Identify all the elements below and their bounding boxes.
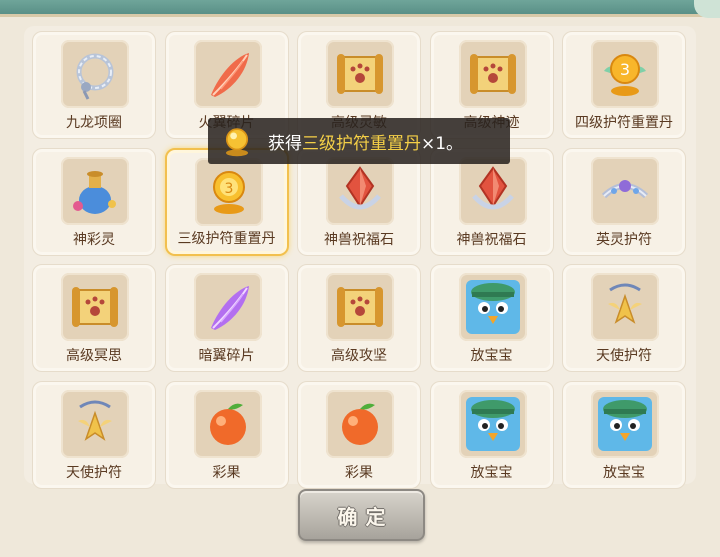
item-label: 神兽祝福石 — [324, 231, 394, 248]
item-slot — [458, 156, 527, 225]
item-slot — [193, 273, 262, 341]
item-label: 九龙项圈 — [66, 115, 122, 131]
item-label: 放宝宝 — [470, 464, 513, 481]
confirm-button[interactable]: 确定 — [298, 489, 425, 541]
scroll-icon — [337, 54, 383, 94]
item-slot — [326, 40, 394, 108]
item-label: 彩果 — [212, 464, 241, 481]
item-slot — [326, 273, 394, 341]
item-label: 高级攻坚 — [331, 348, 387, 364]
item-slot — [326, 389, 394, 458]
item-label: 放宝宝 — [603, 464, 645, 481]
item-slot: 3 — [194, 157, 263, 226]
item-slot — [458, 389, 527, 458]
reward-item-11[interactable]: 高级冥思 — [32, 264, 156, 372]
item-slot — [591, 156, 659, 225]
item-label: 神兽祝福石 — [456, 231, 527, 248]
item-slot — [458, 40, 527, 108]
item-slot — [193, 40, 262, 108]
reward-grid: 九龙项圈火翼碎片高级灵敏高级神迹3四级护符重置丹神彩灵3三级护符重置丹神兽祝福石… — [32, 31, 690, 489]
angel-charm-icon — [78, 400, 112, 441]
item-label: 神彩灵 — [73, 231, 115, 248]
item-slot — [61, 156, 129, 225]
fruit-icon — [209, 403, 246, 445]
purple-feather-icon — [210, 286, 249, 330]
item-label: 三级护符重置丹 — [177, 230, 276, 247]
necklace-icon — [76, 53, 114, 100]
item-label: 彩果 — [345, 464, 373, 481]
reward-item-12[interactable]: 暗翼碎片 — [164, 264, 289, 372]
gold-orb-icon — [225, 128, 249, 157]
item-label: 暗翼碎片 — [198, 348, 255, 364]
toast-suffix: ×1。 — [421, 133, 464, 154]
reward-item-1[interactable]: 九龙项圈 — [32, 31, 156, 139]
item-slot: 3 — [591, 40, 659, 108]
reward-item-10[interactable]: 英灵护符 — [562, 147, 686, 256]
reward-item-17[interactable]: 彩果 — [164, 380, 289, 489]
gold-orb-4-icon: 3 — [604, 54, 646, 96]
scroll-icon — [72, 287, 118, 327]
toast-prefix: 获得 — [268, 133, 302, 154]
bird-pet-icon — [598, 396, 652, 451]
reward-item-15[interactable]: 天使护符 — [562, 264, 686, 372]
item-label: 天使护符 — [66, 464, 122, 481]
angel-charm-icon — [608, 283, 642, 324]
reward-item-19[interactable]: 放宝宝 — [429, 380, 554, 489]
item-slot — [458, 273, 527, 341]
gold-orb-3-icon: 3 — [212, 170, 245, 214]
item-slot — [591, 389, 659, 458]
red-feather-icon — [210, 53, 249, 97]
item-slot — [61, 389, 129, 458]
svg-text:3: 3 — [224, 181, 233, 197]
bird-pet-icon — [465, 396, 520, 451]
reward-item-5[interactable]: 3 四级护符重置丹 — [562, 31, 686, 139]
reward-item-6[interactable]: 神彩灵 — [32, 147, 156, 256]
reward-item-16[interactable]: 天使护符 — [32, 380, 156, 489]
toast-item-name: 三级护符重置丹 — [302, 133, 421, 154]
svg-text:3: 3 — [620, 60, 630, 79]
window-top-band — [0, 0, 720, 17]
reward-item-13[interactable]: 高级攻坚 — [297, 264, 421, 372]
item-label: 英灵护符 — [596, 231, 652, 248]
blessing-stone-icon — [339, 165, 381, 209]
item-label: 放宝宝 — [470, 348, 513, 364]
tiara-icon — [601, 179, 649, 198]
reward-toast: 获得三级护符重置丹×1。 — [208, 118, 510, 164]
reward-item-20[interactable]: 放宝宝 — [562, 380, 686, 489]
blessing-stone-icon — [471, 165, 514, 209]
fruit-icon — [342, 403, 378, 445]
item-slot — [591, 273, 659, 341]
item-slot — [61, 40, 129, 108]
reward-item-18[interactable]: 彩果 — [297, 380, 421, 489]
reward-item-14[interactable]: 放宝宝 — [429, 264, 554, 372]
vase-icon — [73, 170, 116, 214]
confirm-button-label: 确定 — [337, 504, 394, 529]
scroll-icon — [337, 287, 383, 327]
item-slot — [61, 273, 129, 341]
item-label: 高级冥思 — [66, 348, 122, 364]
bird-pet-icon — [465, 280, 520, 334]
scroll-icon — [469, 54, 516, 94]
item-slot — [326, 156, 394, 225]
item-slot — [193, 389, 262, 458]
item-label: 四级护符重置丹 — [575, 115, 673, 131]
toast-message: 获得三级护符重置丹×1。 — [268, 129, 463, 154]
item-label: 天使护符 — [596, 348, 652, 364]
